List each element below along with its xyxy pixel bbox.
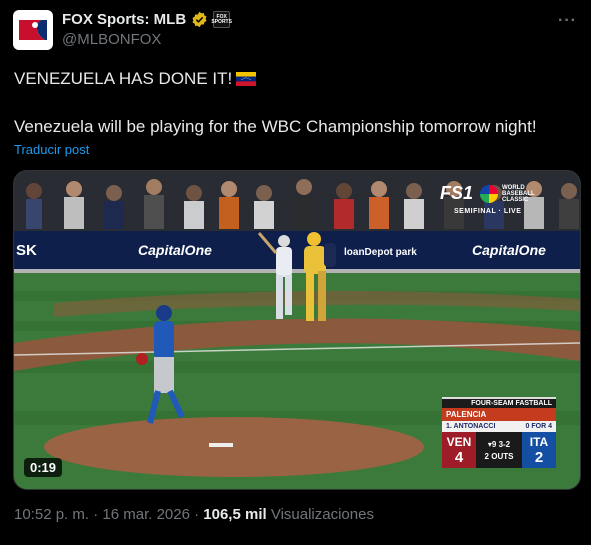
translate-link[interactable]: Traducir post [14,142,89,157]
more-options-icon[interactable]: ··· [558,12,577,30]
video-duration: 0:19 [24,458,63,477]
venezuela-flag-icon [236,72,257,86]
mlb-logo-icon [15,16,51,44]
home-team: ITA 2 [522,432,556,468]
away-team: VEN 4 [442,432,476,468]
verified-badge-icon [192,11,207,28]
ad-capitalone-right: CapitalOne [472,242,546,258]
post-timestamp[interactable]: 10:52 p. m. · 16 mar. 2026 · [14,506,199,523]
network-label: FS1 [440,183,474,203]
score-row: VEN 4 ▾9 3-2 2 OUTS ITA 2 [442,432,556,468]
video-player[interactable]: SK CapitalOne loanDepot park CapitalOne … [13,170,581,490]
scorebug: FOUR-SEAM FASTBALL PALENCIA 1. ANTONACCI… [442,397,556,468]
home-runs: 2 [534,448,544,466]
tweet-headline: VENEZUELA HAS DONE IT! [14,69,233,88]
view-count: 106,5 mil [203,506,267,523]
tweet-body: Venezuela will be playing for the WBC Ch… [14,117,537,136]
ad-loandepot: loanDepot park [344,247,417,258]
home-abbr: ITA [529,434,549,449]
round-label: SEMIFINAL · LIVE [454,208,522,215]
away-runs: 4 [454,448,464,466]
ad-sk: SK [16,242,37,259]
author-name-row: FOX Sports: MLB FOX SPORTS [62,11,232,28]
game-state: ▾9 3-2 2 OUTS [476,432,522,468]
inning: ▾9 [487,439,497,449]
display-name[interactable]: FOX Sports: MLB [62,11,186,28]
tweet-text-line1: VENEZUELA HAS DONE IT! [14,68,257,90]
pitcher-name: PALENCIA [442,408,556,421]
pitch-type: FOUR-SEAM FASTBALL [442,397,556,408]
event-label: WORLD BASEBALL CLASSIC [502,185,535,203]
views-label: Visualizaciones [270,506,374,523]
batter-name: 1. ANTONACCI [446,423,496,430]
batter-stat: 0 FOR 4 [525,423,552,430]
affiliate-badge-icon[interactable]: FOX SPORTS [211,11,232,28]
away-abbr: VEN [446,434,472,449]
avatar[interactable] [13,10,53,50]
wbc-logo-icon [480,185,498,203]
network-watermark: FS1 WORLD BASEBALL CLASSIC SEMIFINAL · L… [440,183,560,221]
post-meta: 10:52 p. m. · 16 mar. 2026 · 106,5 mil V… [14,506,374,523]
count: 3-2 [498,439,511,449]
batter-row: 1. ANTONACCI 0 FOR 4 [442,421,556,432]
ad-capitalone-left: CapitalOne [138,242,212,258]
outs: 2 OUTS [484,451,514,461]
handle[interactable]: @MLBONFOX [62,31,161,48]
